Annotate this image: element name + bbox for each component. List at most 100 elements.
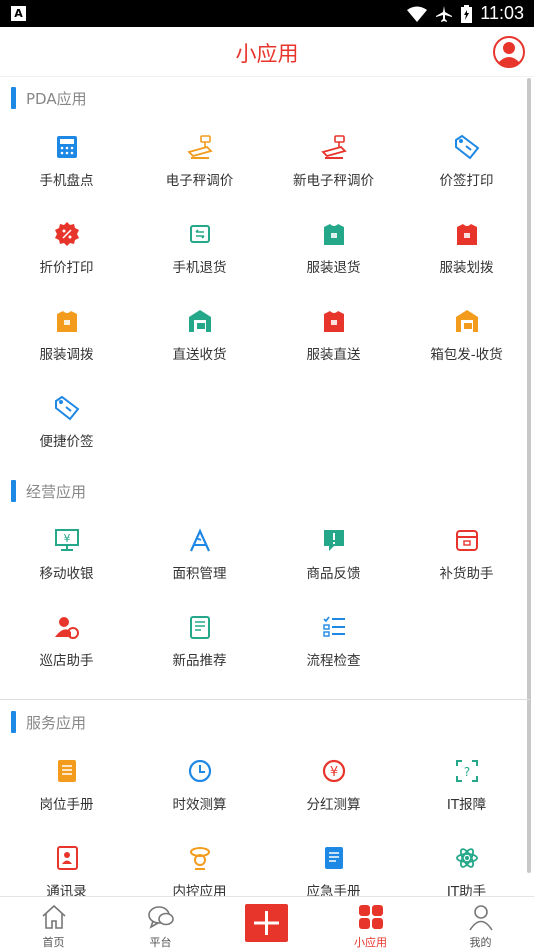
app-tile[interactable]: 巡店助手 xyxy=(0,614,133,701)
app-tile[interactable]: 服装直送 xyxy=(267,308,400,395)
app-tile-label: 补货助手 xyxy=(439,566,494,582)
app-tile[interactable]: 便捷价签 xyxy=(0,395,133,482)
app-tile[interactable]: ? IT报障 xyxy=(400,758,533,845)
app-tile-label: 新电子秤调价 xyxy=(293,173,374,189)
app-tile[interactable]: 通讯录 xyxy=(0,845,133,896)
nav-label: 平台 xyxy=(149,936,172,949)
app-tile-label: 服装调拨 xyxy=(39,347,94,363)
app-tile-label: 岗位手册 xyxy=(39,797,94,813)
clock-time: 11:03 xyxy=(480,3,524,23)
app-tile-label: 服装退货 xyxy=(306,260,361,276)
add-button[interactable] xyxy=(245,904,288,942)
nav-label: 小应用 xyxy=(354,936,387,949)
app-tile[interactable]: 内控应用 xyxy=(133,845,266,896)
app-tile[interactable]: 价签打印 xyxy=(400,134,533,221)
control-icon xyxy=(187,845,213,871)
scale-icon xyxy=(321,134,347,160)
app-tile-label: 服装直送 xyxy=(306,347,361,363)
section-accent-bar xyxy=(11,480,16,502)
app-tile[interactable]: 新电子秤调价 xyxy=(267,134,400,221)
app-tile[interactable]: IT助手 xyxy=(400,845,533,896)
section-title: PDA应用 xyxy=(26,89,87,108)
svg-text:¥: ¥ xyxy=(330,765,338,780)
app-tile-label: 分红测算 xyxy=(306,797,361,813)
warehouse-box-icon xyxy=(454,308,480,334)
section-title: 服务应用 xyxy=(26,713,87,732)
status-bar: A 11:03 xyxy=(0,0,534,27)
app-tile-label: 电子秤调价 xyxy=(165,173,234,189)
app-tile[interactable]: 手机退货 xyxy=(133,221,266,308)
app-tile-label: 应急手册 xyxy=(306,884,361,896)
app-tile[interactable]: 岗位手册 xyxy=(0,758,133,845)
app-tile[interactable]: 面积管理 xyxy=(133,527,266,614)
app-tile-label: 直送收货 xyxy=(172,347,227,363)
calculator-icon xyxy=(54,134,80,160)
app-tile-label: 服装划拨 xyxy=(439,260,494,276)
app-tile-label: 巡店助手 xyxy=(39,653,94,669)
bottom-nav: 首页 平台 小应用 我的 xyxy=(0,896,534,950)
app-tile[interactable]: 补货助手 xyxy=(400,527,533,614)
app-tile[interactable]: ¥ 移动收银 xyxy=(0,527,133,614)
section-header-service: 服务应用 xyxy=(11,710,86,734)
app-tile-label: 价签打印 xyxy=(439,173,494,189)
app-tile[interactable]: 折价打印 xyxy=(0,221,133,308)
app-tile[interactable]: 流程检查 xyxy=(267,614,400,701)
app-tile-label: 时效测算 xyxy=(172,797,227,813)
clothes-allocate-icon xyxy=(54,308,80,334)
svg-text:?: ? xyxy=(464,765,470,779)
airplane-icon xyxy=(436,5,453,22)
plus-icon xyxy=(254,911,279,935)
app-list[interactable]: PDA应用 手机盘点 电子秤调价 新电子秤调价 价签打印折价打印 手机退货 服装退货 服装划… xyxy=(0,78,534,896)
grid-apps-icon xyxy=(359,905,383,929)
app-tile[interactable]: 直送收货 xyxy=(133,308,266,395)
chat-bubble-icon xyxy=(148,906,174,929)
app-tile-label: IT助手 xyxy=(446,884,487,896)
patrol-person-icon xyxy=(54,614,80,640)
nav-platform[interactable]: 平台 xyxy=(107,897,214,951)
app-tile[interactable]: 箱包发-收货 xyxy=(400,308,533,395)
restock-box-icon xyxy=(454,527,480,553)
clock-icon xyxy=(187,758,213,784)
nav-mine[interactable]: 我的 xyxy=(427,897,534,951)
section-accent-bar xyxy=(11,87,16,109)
section-title: 经营应用 xyxy=(26,482,87,501)
page-title: 小应用 xyxy=(235,42,299,66)
emergency-book-icon xyxy=(321,845,347,871)
app-tile[interactable]: ¥ 分红测算 xyxy=(267,758,400,845)
yen-coin-icon: ¥ xyxy=(321,758,347,784)
phone-return-icon xyxy=(187,221,213,247)
quick-tag-icon xyxy=(54,395,80,421)
cashier-monitor-icon: ¥ xyxy=(54,527,80,553)
person-icon xyxy=(469,905,493,931)
app-tile-label: 手机盘点 xyxy=(39,173,94,189)
nav-home[interactable]: 首页 xyxy=(0,897,107,951)
app-tile-label: 内控应用 xyxy=(172,884,227,896)
clothes-direct-icon xyxy=(321,308,347,334)
contacts-icon xyxy=(54,845,80,871)
discount-badge-icon xyxy=(54,221,80,247)
atom-icon xyxy=(454,845,480,871)
app-tile[interactable]: 手机盘点 xyxy=(0,134,133,221)
app-tile[interactable]: 服装划拨 xyxy=(400,221,533,308)
feedback-icon xyxy=(321,527,347,553)
new-product-icon xyxy=(187,614,213,640)
user-avatar-icon[interactable] xyxy=(493,36,525,68)
app-tile[interactable]: 时效测算 xyxy=(133,758,266,845)
app-tile-label: IT报障 xyxy=(446,797,487,813)
app-tile-label: 折价打印 xyxy=(39,260,94,276)
app-tile-label: 面积管理 xyxy=(172,566,227,582)
app-tile[interactable]: 服装退货 xyxy=(267,221,400,308)
battery-icon xyxy=(461,4,473,23)
app-tile-label: 箱包发-收货 xyxy=(430,347,503,363)
app-tile-label: 新品推荐 xyxy=(172,653,227,669)
app-tile[interactable]: 服装调拨 xyxy=(0,308,133,395)
app-tile[interactable]: 商品反馈 xyxy=(267,527,400,614)
app-tile[interactable]: 新品推荐 xyxy=(133,614,266,701)
app-tile-label: 流程检查 xyxy=(306,653,361,669)
wifi-icon xyxy=(407,6,428,22)
app-tile[interactable]: 电子秤调价 xyxy=(133,134,266,221)
app-tile[interactable]: 应急手册 xyxy=(267,845,400,896)
nav-mini-apps[interactable]: 小应用 xyxy=(317,897,424,951)
area-ruler-icon xyxy=(187,527,213,553)
section-header-business: 经营应用 xyxy=(11,479,86,503)
